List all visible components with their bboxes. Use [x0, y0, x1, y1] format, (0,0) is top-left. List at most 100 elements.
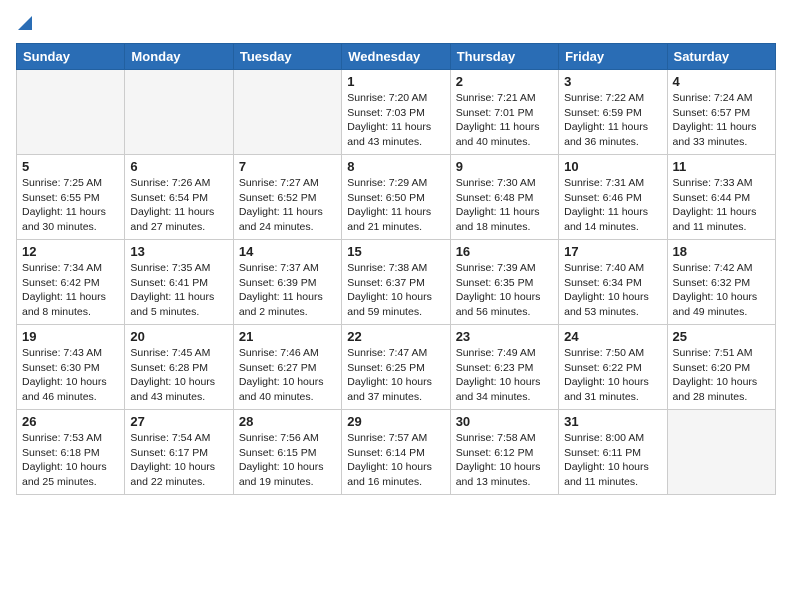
calendar-cell: 25 Sunrise: 7:51 AM Sunset: 6:20 PM Dayli…: [667, 325, 775, 410]
header-sunday: Sunday: [17, 44, 125, 70]
calendar-cell: 10 Sunrise: 7:31 AM Sunset: 6:46 PM Dayli…: [559, 155, 667, 240]
day-info: Sunrise: 7:27 AM Sunset: 6:52 PM Dayligh…: [239, 176, 336, 235]
day-number: 12: [22, 244, 119, 259]
calendar-cell: [233, 70, 341, 155]
day-number: 17: [564, 244, 661, 259]
calendar-cell: 9 Sunrise: 7:30 AM Sunset: 6:48 PM Daylig…: [450, 155, 558, 240]
day-info: Sunrise: 7:56 AM Sunset: 6:15 PM Dayligh…: [239, 431, 336, 490]
day-number: 13: [130, 244, 227, 259]
calendar-cell: 1Sunrise: 7:20 AM Sunset: 7:03 PM Daylig…: [342, 70, 450, 155]
day-info: Sunrise: 7:39 AM Sunset: 6:35 PM Dayligh…: [456, 261, 553, 320]
day-number: 20: [130, 329, 227, 344]
logo: [16, 16, 32, 35]
day-number: 14: [239, 244, 336, 259]
week-row-4: 26Sunrise: 7:53 AM Sunset: 6:18 PM Dayli…: [17, 410, 776, 495]
week-row-3: 19 Sunrise: 7:43 AM Sunset: 6:30 PM Dayli…: [17, 325, 776, 410]
day-info: Sunrise: 7:54 AM Sunset: 6:17 PM Dayligh…: [130, 431, 227, 490]
day-number: 4: [673, 74, 770, 89]
day-number: 5: [22, 159, 119, 174]
calendar-cell: 21 Sunrise: 7:46 AM Sunset: 6:27 PM Dayli…: [233, 325, 341, 410]
day-info: Sunrise: 7:49 AM Sunset: 6:23 PM Dayligh…: [456, 346, 553, 405]
calendar-cell: 4 Sunrise: 7:24 AM Sunset: 6:57 PM Daylig…: [667, 70, 775, 155]
calendar-cell: 26Sunrise: 7:53 AM Sunset: 6:18 PM Dayli…: [17, 410, 125, 495]
day-number: 9: [456, 159, 553, 174]
day-number: 3: [564, 74, 661, 89]
day-number: 19: [22, 329, 119, 344]
page-container: Sunday Monday Tuesday Wednesday Thursday…: [0, 0, 792, 503]
day-info: Sunrise: 7:26 AM Sunset: 6:54 PM Dayligh…: [130, 176, 227, 235]
day-info: Sunrise: 7:42 AM Sunset: 6:32 PM Dayligh…: [673, 261, 770, 320]
calendar-cell: 23Sunrise: 7:49 AM Sunset: 6:23 PM Dayli…: [450, 325, 558, 410]
day-info: Sunrise: 7:38 AM Sunset: 6:37 PM Dayligh…: [347, 261, 444, 320]
calendar-cell: 28 Sunrise: 7:56 AM Sunset: 6:15 PM Dayli…: [233, 410, 341, 495]
calendar-cell: 31 Sunrise: 8:00 AM Sunset: 6:11 PM Dayli…: [559, 410, 667, 495]
calendar-cell: 16 Sunrise: 7:39 AM Sunset: 6:35 PM Dayli…: [450, 240, 558, 325]
day-number: 31: [564, 414, 661, 429]
day-number: 21: [239, 329, 336, 344]
day-info: Sunrise: 7:20 AM Sunset: 7:03 PM Dayligh…: [347, 91, 444, 150]
day-info: Sunrise: 7:53 AM Sunset: 6:18 PM Dayligh…: [22, 431, 119, 490]
day-number: 24: [564, 329, 661, 344]
header-monday: Monday: [125, 44, 233, 70]
header-friday: Friday: [559, 44, 667, 70]
calendar-cell: 27Sunrise: 7:54 AM Sunset: 6:17 PM Dayli…: [125, 410, 233, 495]
day-number: 30: [456, 414, 553, 429]
day-info: Sunrise: 7:33 AM Sunset: 6:44 PM Dayligh…: [673, 176, 770, 235]
calendar-cell: 19 Sunrise: 7:43 AM Sunset: 6:30 PM Dayli…: [17, 325, 125, 410]
weekday-header-row: Sunday Monday Tuesday Wednesday Thursday…: [17, 44, 776, 70]
day-info: Sunrise: 8:00 AM Sunset: 6:11 PM Dayligh…: [564, 431, 661, 490]
header-wednesday: Wednesday: [342, 44, 450, 70]
header-tuesday: Tuesday: [233, 44, 341, 70]
day-info: Sunrise: 7:57 AM Sunset: 6:14 PM Dayligh…: [347, 431, 444, 490]
day-number: 11: [673, 159, 770, 174]
calendar-cell: 22 Sunrise: 7:47 AM Sunset: 6:25 PM Dayli…: [342, 325, 450, 410]
day-number: 29: [347, 414, 444, 429]
day-info: Sunrise: 7:50 AM Sunset: 6:22 PM Dayligh…: [564, 346, 661, 405]
calendar-cell: 5 Sunrise: 7:25 AM Sunset: 6:55 PM Daylig…: [17, 155, 125, 240]
day-number: 15: [347, 244, 444, 259]
calendar-cell: 3 Sunrise: 7:22 AM Sunset: 6:59 PM Daylig…: [559, 70, 667, 155]
day-info: Sunrise: 7:29 AM Sunset: 6:50 PM Dayligh…: [347, 176, 444, 235]
day-info: Sunrise: 7:45 AM Sunset: 6:28 PM Dayligh…: [130, 346, 227, 405]
week-row-2: 12 Sunrise: 7:34 AM Sunset: 6:42 PM Dayli…: [17, 240, 776, 325]
day-number: 25: [673, 329, 770, 344]
week-row-1: 5 Sunrise: 7:25 AM Sunset: 6:55 PM Daylig…: [17, 155, 776, 240]
calendar-cell: 7 Sunrise: 7:27 AM Sunset: 6:52 PM Daylig…: [233, 155, 341, 240]
day-number: 6: [130, 159, 227, 174]
calendar-cell: 20 Sunrise: 7:45 AM Sunset: 6:28 PM Dayli…: [125, 325, 233, 410]
day-info: Sunrise: 7:35 AM Sunset: 6:41 PM Dayligh…: [130, 261, 227, 320]
day-info: Sunrise: 7:25 AM Sunset: 6:55 PM Dayligh…: [22, 176, 119, 235]
calendar-cell: 24 Sunrise: 7:50 AM Sunset: 6:22 PM Dayli…: [559, 325, 667, 410]
day-info: Sunrise: 7:37 AM Sunset: 6:39 PM Dayligh…: [239, 261, 336, 320]
calendar-cell: [125, 70, 233, 155]
day-info: Sunrise: 7:47 AM Sunset: 6:25 PM Dayligh…: [347, 346, 444, 405]
calendar-cell: 17Sunrise: 7:40 AM Sunset: 6:34 PM Dayli…: [559, 240, 667, 325]
day-info: Sunrise: 7:43 AM Sunset: 6:30 PM Dayligh…: [22, 346, 119, 405]
day-number: 16: [456, 244, 553, 259]
calendar-cell: 11 Sunrise: 7:33 AM Sunset: 6:44 PM Dayli…: [667, 155, 775, 240]
calendar-cell: 29 Sunrise: 7:57 AM Sunset: 6:14 PM Dayli…: [342, 410, 450, 495]
calendar-cell: [667, 410, 775, 495]
day-number: 8: [347, 159, 444, 174]
day-info: Sunrise: 7:31 AM Sunset: 6:46 PM Dayligh…: [564, 176, 661, 235]
calendar-cell: 6 Sunrise: 7:26 AM Sunset: 6:54 PM Daylig…: [125, 155, 233, 240]
calendar-cell: 15 Sunrise: 7:38 AM Sunset: 6:37 PM Dayli…: [342, 240, 450, 325]
calendar-cell: 13 Sunrise: 7:35 AM Sunset: 6:41 PM Dayli…: [125, 240, 233, 325]
day-number: 10: [564, 159, 661, 174]
day-info: Sunrise: 7:22 AM Sunset: 6:59 PM Dayligh…: [564, 91, 661, 150]
day-info: Sunrise: 7:51 AM Sunset: 6:20 PM Dayligh…: [673, 346, 770, 405]
header-saturday: Saturday: [667, 44, 775, 70]
header-row: [16, 16, 776, 35]
day-number: 28: [239, 414, 336, 429]
day-info: Sunrise: 7:34 AM Sunset: 6:42 PM Dayligh…: [22, 261, 119, 320]
day-info: Sunrise: 7:21 AM Sunset: 7:01 PM Dayligh…: [456, 91, 553, 150]
day-info: Sunrise: 7:24 AM Sunset: 6:57 PM Dayligh…: [673, 91, 770, 150]
day-number: 22: [347, 329, 444, 344]
day-info: Sunrise: 7:30 AM Sunset: 6:48 PM Dayligh…: [456, 176, 553, 235]
day-number: 7: [239, 159, 336, 174]
logo-triangle-icon: [18, 16, 32, 35]
day-info: Sunrise: 7:46 AM Sunset: 6:27 PM Dayligh…: [239, 346, 336, 405]
day-number: 18: [673, 244, 770, 259]
calendar-cell: 8 Sunrise: 7:29 AM Sunset: 6:50 PM Daylig…: [342, 155, 450, 240]
header-thursday: Thursday: [450, 44, 558, 70]
